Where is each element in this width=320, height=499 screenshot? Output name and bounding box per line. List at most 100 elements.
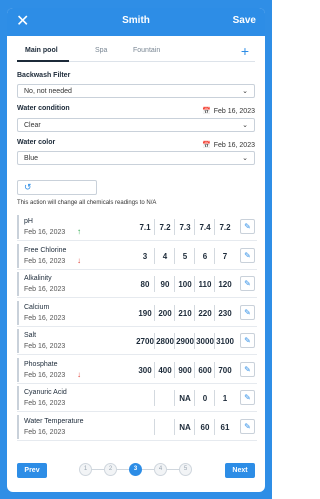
water-condition-label: Water condition (17, 105, 70, 112)
reading-value: 100 (178, 280, 192, 289)
row-accent-bar (17, 215, 19, 239)
value-separator (154, 276, 155, 292)
value-separator (214, 219, 215, 235)
value-separator (174, 219, 175, 235)
reading-value: 3 (142, 251, 148, 261)
page-title: Smith (122, 15, 150, 26)
active-tab-indicator (17, 60, 69, 62)
tab-fountain[interactable]: Fountain (133, 47, 160, 54)
header-bar: ✕ Smith Save (7, 8, 265, 36)
reading-value: 190 (138, 308, 152, 318)
edit-reading-button[interactable]: ✎ (240, 361, 255, 377)
reading-value: 120 (218, 280, 232, 289)
reading-date: Feb 16, 2023 (24, 371, 66, 379)
value-separator (154, 390, 155, 406)
value-separator (214, 418, 215, 435)
water-color-label: Water color (17, 139, 56, 146)
reading-value: 7.2 (159, 223, 171, 232)
reading-name: Calcium (24, 303, 50, 311)
chevron-down-icon: ⌄ (242, 88, 248, 95)
edit-reading-button[interactable]: ✎ (240, 390, 255, 405)
calendar-icon: 📅 (202, 108, 211, 115)
reading-value: 3100 (216, 337, 234, 346)
step-2[interactable]: 2 (104, 463, 117, 476)
reading-value: 600 (198, 365, 212, 375)
edit-reading-button[interactable]: ✎ (240, 276, 255, 291)
backwash-select[interactable]: No, not needed ⌄ (17, 84, 255, 98)
value-separator (174, 361, 175, 378)
reading-row: Salt Feb 16, 2023 2700 2800 2900 3000 3100 ✎ (17, 327, 257, 355)
value-separator (154, 247, 155, 264)
app-frame: ✕ Smith Save Main pool Spa Fountain + Ba… (0, 0, 272, 499)
value-separator (154, 333, 155, 349)
value-separator (194, 304, 195, 321)
edit-reading-button[interactable]: ✎ (240, 418, 255, 434)
chevron-down-icon: ⌄ (242, 122, 248, 129)
tab-main-pool[interactable]: Main pool (25, 47, 58, 54)
reading-value: 5 (182, 251, 188, 261)
value-separator (214, 333, 215, 349)
value-separator (214, 361, 215, 378)
value-separator (174, 304, 175, 321)
reading-date: Feb 16, 2023 (24, 314, 66, 322)
water-color-select[interactable]: Blue ⌄ (17, 151, 255, 165)
step-4[interactable]: 4 (154, 463, 167, 476)
value-separator (174, 276, 175, 292)
plus-icon[interactable]: + (241, 42, 249, 60)
water-condition-date: 📅 Feb 16, 2023 (202, 108, 255, 115)
tab-spa[interactable]: Spa (95, 47, 107, 54)
value-separator (154, 418, 155, 435)
reading-value: 80 (140, 280, 150, 289)
reading-date: Feb 16, 2023 (24, 400, 66, 407)
arrow-up-icon: ↑ (77, 227, 81, 236)
water-condition-value: Clear (24, 122, 41, 129)
water-color-date: 📅 Feb 16, 2023 (202, 142, 255, 149)
edit-reading-button[interactable]: ✎ (240, 333, 255, 348)
reading-value: 3000 (196, 337, 214, 346)
step-5[interactable]: 5 (179, 463, 192, 476)
reading-name: Free Chlorine (24, 246, 67, 254)
reading-value: 400 (158, 365, 172, 375)
history-button[interactable]: ↺ (17, 180, 97, 195)
chevron-down-icon: ⌄ (242, 155, 248, 162)
value-separator (194, 390, 195, 406)
value-separator (154, 361, 155, 378)
next-button[interactable]: Next (225, 463, 255, 478)
value-separator (194, 333, 195, 349)
na-notice: This action will change all chemicals re… (17, 200, 157, 206)
row-accent-bar (17, 300, 19, 325)
reading-row: Water Temperature Feb 16, 2023 NA 60 61 ✎ (17, 413, 257, 441)
reading-value: 2800 (156, 337, 174, 346)
edit-reading-button[interactable]: ✎ (240, 304, 255, 320)
reading-value: 6 (202, 251, 208, 261)
reading-name: Phosphate (24, 360, 58, 368)
value-separator (214, 247, 215, 264)
step-3[interactable]: 3 (129, 463, 142, 476)
reading-row: pH Feb 16, 2023 ↑ 7.1 7.2 7.3 7.4 7.2 ✎ (17, 213, 257, 241)
reading-row: Free Chlorine Feb 16, 2023 ↓ 3 4 5 6 7 ✎ (17, 242, 257, 270)
value-separator (154, 219, 155, 235)
step-connector (92, 469, 104, 470)
pencil-icon: ✎ (244, 336, 251, 345)
step-1[interactable]: 1 (79, 463, 92, 476)
pool-tabs: Main pool Spa Fountain + (17, 42, 255, 62)
save-button[interactable]: Save (233, 15, 256, 26)
reading-value: 220 (198, 308, 212, 318)
reading-values: 190 200 210 220 230 (135, 299, 235, 327)
edit-reading-button[interactable]: ✎ (240, 219, 255, 234)
prev-button[interactable]: Prev (17, 463, 47, 478)
reading-date: Feb 16, 2023 (24, 343, 66, 350)
value-separator (194, 418, 195, 435)
value-separator (154, 304, 155, 321)
backwash-value: No, not needed (24, 88, 72, 95)
reading-values: 80 90 100 110 120 (135, 270, 235, 298)
water-condition-select[interactable]: Clear ⌄ (17, 118, 255, 132)
value-separator (174, 390, 175, 406)
reading-value: 300 (138, 365, 152, 375)
reading-value: NA (179, 422, 191, 432)
reading-values: NA 60 61 (135, 413, 235, 441)
value-separator (174, 418, 175, 435)
edit-reading-button[interactable]: ✎ (240, 247, 255, 263)
reading-value: 60 (200, 422, 210, 432)
arrow-down-icon: ↓ (77, 255, 81, 265)
